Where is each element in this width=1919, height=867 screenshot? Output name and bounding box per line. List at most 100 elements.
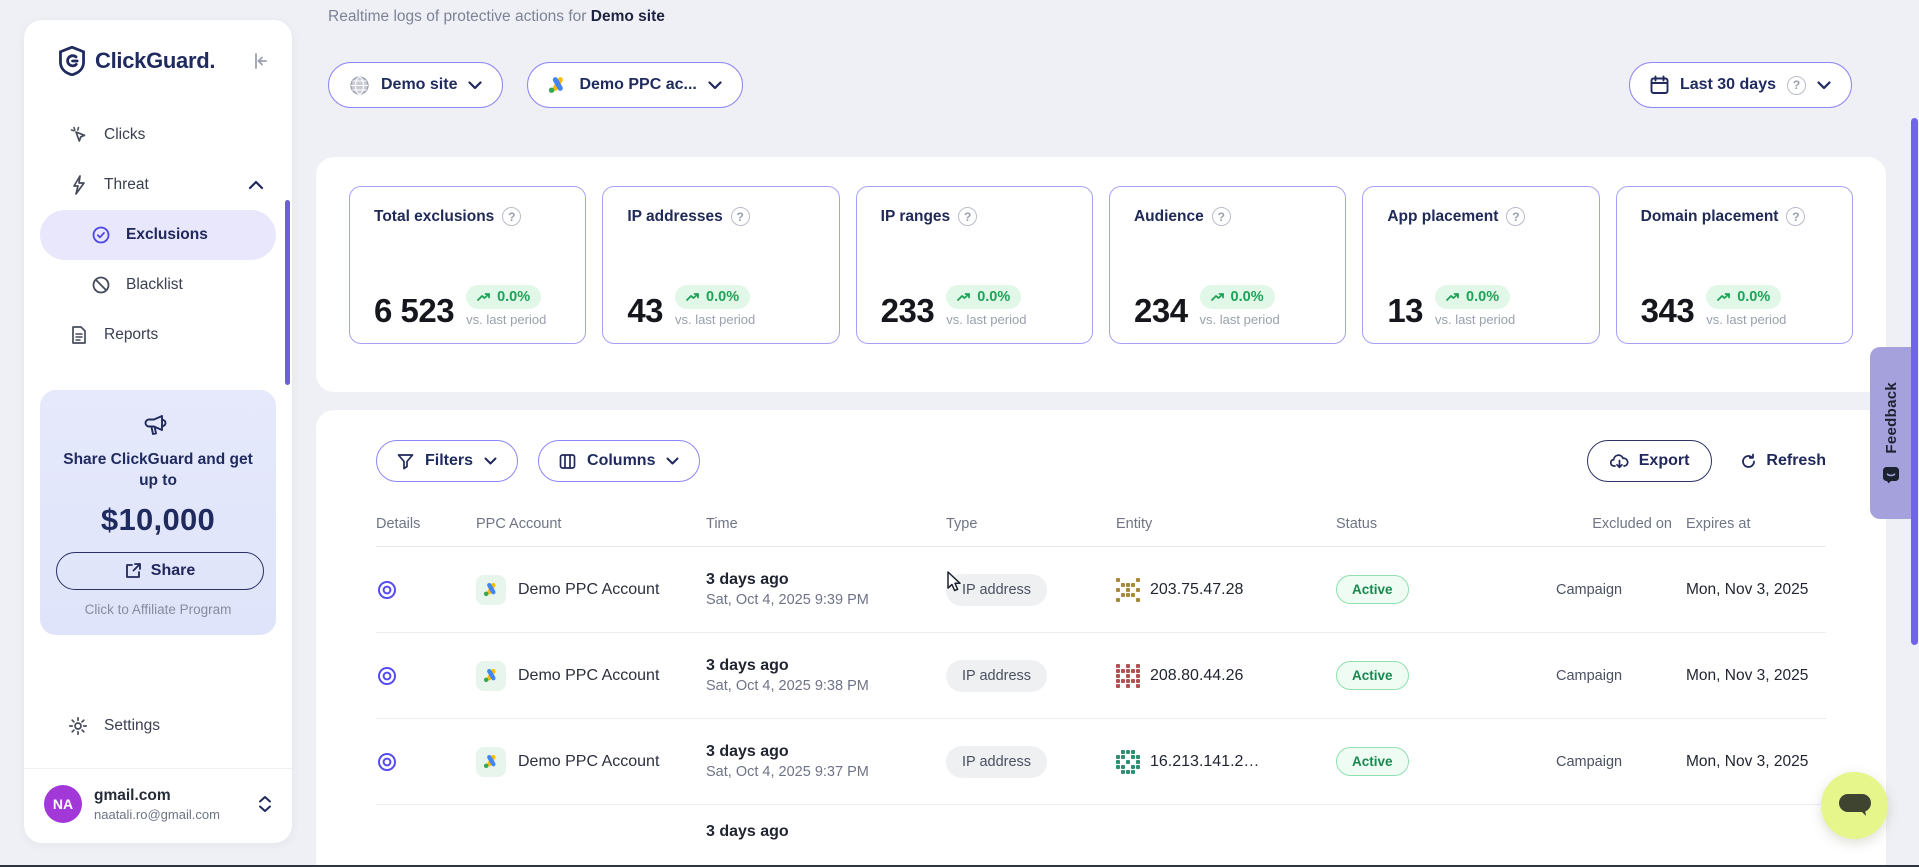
cursor-click-icon <box>68 125 90 145</box>
time-absolute: Sat, Oct 4, 2025 9:38 PM <box>706 678 946 694</box>
status-badge: Active <box>1336 747 1409 776</box>
view-details-icon[interactable] <box>376 751 402 773</box>
view-details-icon[interactable] <box>376 579 402 601</box>
sidebar-item-clicks[interactable]: Clicks <box>40 110 276 160</box>
exclusions-table-card: Filters Columns Export <box>316 410 1886 867</box>
expires-at-value: Mon, Nov 3, 2025 <box>1686 753 1826 771</box>
site-name: Demo site <box>591 8 665 25</box>
trend-badge: 0.0% <box>466 285 541 309</box>
promo-text: Share ClickGuard and get up to <box>56 450 260 492</box>
status-badge: Active <box>1336 575 1409 604</box>
google-ads-icon <box>476 575 506 605</box>
document-icon <box>68 325 90 345</box>
columns-button[interactable]: Columns <box>538 440 700 482</box>
col-status: Status <box>1336 516 1556 532</box>
chevron-down-icon <box>468 81 482 90</box>
affiliate-promo-card[interactable]: Share ClickGuard and get up to $10,000 S… <box>40 390 276 635</box>
account-switcher[interactable]: NA gmail.com naatali.ro@gmail.com <box>24 768 292 843</box>
stat-card-total-exclusions: Total exclusions? 6 523 0.0% vs. last pe… <box>349 186 586 344</box>
excluded-on-value: Campaign <box>1556 582 1686 598</box>
view-details-icon[interactable] <box>376 665 402 687</box>
sidebar-item-label: Settings <box>104 717 160 735</box>
chat-launcher-button[interactable] <box>1821 772 1888 839</box>
chevron-down-icon <box>708 81 722 90</box>
date-range-selector[interactable]: Last 30 days ? <box>1629 62 1852 108</box>
external-link-icon <box>125 562 142 579</box>
stat-value: 234 <box>1134 294 1188 327</box>
gear-icon <box>68 716 90 736</box>
stat-value: 43 <box>627 294 663 327</box>
col-expires-at: Expires at <box>1686 516 1826 532</box>
refresh-button[interactable]: Refresh <box>1740 452 1826 470</box>
sidebar-item-settings[interactable]: Settings <box>24 700 292 752</box>
export-button[interactable]: Export <box>1587 440 1713 482</box>
stat-card-ip-ranges: IP ranges? 233 0.0% vs. last period <box>856 186 1093 344</box>
feedback-label: Feedback <box>1883 382 1900 454</box>
chevron-up-icon <box>248 180 264 190</box>
ppc-selector-value: Demo PPC ac... <box>579 76 696 94</box>
table-row[interactable]: Demo PPC Account 3 days agoSat, Oct 4, 2… <box>376 633 1826 719</box>
stat-card-domain-placement: Domain placement? 343 0.0% vs. last peri… <box>1616 186 1853 344</box>
sidebar-item-label: Blacklist <box>126 276 183 294</box>
trend-badge: 0.0% <box>1200 285 1275 309</box>
sidebar-item-label: Threat <box>104 176 149 194</box>
ppc-account-selector[interactable]: Demo PPC ac... <box>527 62 742 108</box>
help-icon[interactable]: ? <box>502 207 521 226</box>
entity-identicon <box>1116 750 1140 774</box>
site-selector-value: Demo site <box>381 76 457 94</box>
time-absolute: Sat, Oct 4, 2025 9:37 PM <box>706 764 946 780</box>
entity-value: 208.80.44.26 <box>1150 667 1243 685</box>
table-header-row: Details PPC Account Time Type Entity Sta… <box>376 516 1826 547</box>
columns-icon <box>559 453 576 470</box>
excluded-on-value: Campaign <box>1556 754 1686 770</box>
stat-card-audience: Audience? 234 0.0% vs. last period <box>1109 186 1346 344</box>
table-row[interactable]: 3 days ago <box>376 805 1826 845</box>
entity-identicon <box>1116 578 1140 602</box>
stat-value: 343 <box>1641 294 1695 327</box>
sidebar-item-blacklist[interactable]: Blacklist <box>40 260 276 310</box>
table-row[interactable]: Demo PPC Account 3 days agoSat, Oct 4, 2… <box>376 719 1826 805</box>
stat-value: 233 <box>881 294 935 327</box>
help-icon: ? <box>1787 76 1806 95</box>
expires-at-value: Mon, Nov 3, 2025 <box>1686 667 1826 685</box>
sidebar-collapse-icon[interactable] <box>250 51 270 71</box>
sidebar-scrollbar[interactable] <box>285 200 290 385</box>
type-badge: IP address <box>946 746 1047 778</box>
filters-button[interactable]: Filters <box>376 440 518 482</box>
status-badge: Active <box>1336 661 1409 690</box>
share-button[interactable]: Share <box>56 552 264 590</box>
sidebar: ClickGuard. Clicks Threat Exclusio <box>24 20 292 843</box>
brand-name: ClickGuard. <box>95 48 250 74</box>
help-icon[interactable]: ? <box>1506 207 1525 226</box>
sidebar-item-label: Clicks <box>104 126 145 144</box>
help-icon[interactable]: ? <box>1786 207 1805 226</box>
col-ppc-account: PPC Account <box>476 516 706 532</box>
site-selector[interactable]: Demo site <box>328 62 503 108</box>
ppc-account-name: Demo PPC Account <box>518 753 659 771</box>
affiliate-program-link[interactable]: Click to Affiliate Program <box>56 602 260 617</box>
stats-summary-card: Total exclusions? 6 523 0.0% vs. last pe… <box>316 157 1886 392</box>
badge-check-icon <box>90 225 112 245</box>
help-icon[interactable]: ? <box>958 207 977 226</box>
clickguard-logo-icon <box>58 46 86 76</box>
sidebar-item-threat[interactable]: Threat <box>40 160 276 210</box>
lightning-icon <box>68 175 90 195</box>
help-icon[interactable]: ? <box>1212 207 1231 226</box>
time-relative: 3 days ago <box>706 657 946 675</box>
chevron-up-down-icon <box>258 794 272 814</box>
google-ads-icon <box>548 76 568 94</box>
promo-amount: $10,000 <box>56 502 260 538</box>
sidebar-nav: Clicks Threat Exclusions Blacklist <box>24 110 292 360</box>
sidebar-item-exclusions[interactable]: Exclusions <box>40 210 276 260</box>
help-icon[interactable]: ? <box>731 207 750 226</box>
table-row[interactable]: Demo PPC Account 3 days agoSat, Oct 4, 2… <box>376 547 1826 633</box>
entity-identicon <box>1116 664 1140 688</box>
sidebar-item-reports[interactable]: Reports <box>40 310 276 360</box>
entity-value: 16.213.141.2… <box>1150 753 1259 771</box>
expires-at-value: Mon, Nov 3, 2025 <box>1686 581 1826 599</box>
time-relative: 3 days ago <box>706 823 946 841</box>
col-type: Type <box>946 516 1116 532</box>
entity-value: 203.75.47.28 <box>1150 581 1243 599</box>
page-scrollbar[interactable] <box>1911 118 1918 645</box>
feedback-tab[interactable]: Feedback <box>1870 347 1912 519</box>
